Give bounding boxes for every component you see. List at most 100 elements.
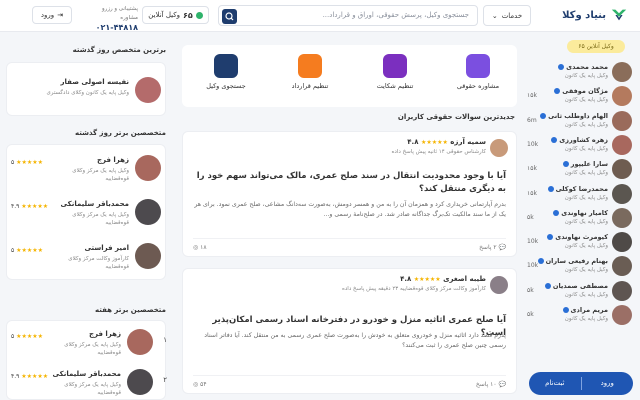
- lawyer-count: 6m: [527, 116, 537, 124]
- avatar: [135, 243, 161, 269]
- sidebar-lawyer-item[interactable]: زهره کشاورزی وکیل پایه یک کانون 10k: [527, 133, 634, 157]
- sidebar-lawyer-item[interactable]: مصطفی صمدیان وکیل پایه یک کانون ۵k: [527, 279, 634, 303]
- sidebar-lawyer-item[interactable]: سارا علیپور وکیل پایه یک کانون ۱۵k: [527, 157, 634, 181]
- lawyer-name: مریم مرادی: [562, 306, 608, 314]
- chevron-down-icon: ⌄: [491, 11, 498, 20]
- question-footer: ◎ ۱۸ 💬 ۲ پاسخ: [193, 238, 506, 256]
- lawyer-count: 10k: [527, 140, 539, 148]
- sidebar-lawyer-item[interactable]: الهام داوطلب ثانی وکیل پایه یک کانون 6m: [527, 109, 634, 133]
- sidebar-lawyer-item[interactable]: محمدرضا کوکلی وکیل پایه یک کانون ۱۵k: [527, 182, 634, 206]
- action-label: جستجوی وکیل: [206, 82, 246, 90]
- sidebar-lawyer-item[interactable]: کامیار نهاوندی وکیل پایه یک کانون ۵k: [527, 206, 634, 230]
- top-experts-sidebar: برترین متخصص روز گذشته نفیسه اصولی صفار …: [0, 40, 170, 400]
- online-lawyers-badge[interactable]: ۶۵ وکیل آنلاین: [142, 6, 209, 24]
- avatar: [612, 305, 632, 325]
- sidebar-lawyer-item[interactable]: کیومرث نهاوندی وکیل پایه یک کانون 10k: [527, 230, 634, 254]
- lawyer-name: محمدرضا کوکلی: [547, 185, 608, 193]
- login-button[interactable]: ورود ⇥: [32, 6, 72, 24]
- rating: ۴.۹ ★★★★★: [11, 203, 49, 210]
- rating: ۵ ★★★★★: [11, 159, 44, 166]
- question-body: بدرم آپارتمانی خریداری کرد و همزمان آن ر…: [194, 201, 506, 218]
- top-week-title: متخصصین برتر روز گذشته: [75, 129, 166, 137]
- services-label: خدمات: [501, 11, 523, 20]
- action-complaint[interactable]: تنظیم شکایت: [360, 54, 430, 90]
- expert-info: وکیل پایه یک مرکز وکلای قوه‌قضاییه: [64, 382, 121, 396]
- avatar: [612, 207, 632, 228]
- avatar: [490, 276, 508, 294]
- avatar: [612, 86, 632, 107]
- answers-count: 💬 ۲ پاسخ: [479, 244, 506, 251]
- list-item[interactable]: امیر فراستی کارآموز وکالت مرکز وکلای قوه…: [7, 235, 167, 275]
- verified-icon: [562, 161, 569, 168]
- avatar: [612, 62, 632, 82]
- lawyer-name: بهنام رفیعی ساران: [537, 257, 608, 265]
- main-content: مشاوره حقوقی تنظیم شکایت تنظیم قرارداد ج…: [182, 40, 517, 400]
- online-lawyers-sidebar: ۶۵ وکیل آنلاین محمد محمدی وکیل پایه یک کا…: [527, 38, 634, 400]
- lawyer-count: ۵k: [527, 311, 534, 318]
- action-contract[interactable]: تنظیم قرارداد: [275, 54, 345, 90]
- avatar: [127, 369, 153, 395]
- verified-icon: [558, 64, 565, 70]
- expert-name: امیر فراستی: [84, 244, 129, 252]
- list-item[interactable]: نفیسه اصولی صفار وکیل پایه یک کانون وکلا…: [7, 69, 167, 109]
- site-logo[interactable]: بنیاد وکلا: [562, 7, 628, 23]
- top-header: بنیاد وکلا ⌄ خدمات جستجوی وکیل، پرسش حقو…: [0, 0, 640, 32]
- search-icon: [225, 12, 234, 21]
- action-find-lawyer[interactable]: جستجوی وکیل: [191, 54, 261, 90]
- online-count: ۶۵: [182, 10, 193, 20]
- expert-info: وکیل پایه یک مرکز وکلای قوه‌قضاییه: [64, 342, 121, 356]
- cta-login-button[interactable]: ورود: [582, 372, 634, 395]
- lawyer-info: وکیل پایه یک کانون: [564, 97, 608, 104]
- avatar: [612, 280, 632, 301]
- expert-info: کارآموز وکالت مرکز وکلای قوه‌قضاییه: [68, 256, 129, 270]
- views-count: ◎ ۵۴: [193, 381, 207, 388]
- sidebar-lawyer-item[interactable]: بهنام رفیعی ساران وکیل پایه یک کانون 10k: [527, 254, 634, 278]
- avatar: [135, 199, 161, 225]
- lawyer-info: وکیل پایه یک کانون: [564, 194, 608, 201]
- top-day-title: برترین متخصص روز گذشته: [72, 46, 166, 54]
- question-title[interactable]: آیا با وجود محدودیت انتقال در سند صلح عم…: [193, 170, 506, 196]
- lawyer-name: سارا علیپور: [562, 160, 608, 168]
- list-item[interactable]: ۲ محمدباقر سلیمانکی وکیل پایه یک مرکز وک…: [7, 361, 167, 400]
- list-item[interactable]: محمدباقر سلیمانکی وکیل پایه یک مرکز وکلا…: [7, 191, 167, 231]
- verified-icon: [553, 209, 560, 216]
- support-contact[interactable]: پشتیبانی و رزرو مشاوره ۰۲۱-۴۴۸۱۸: [86, 5, 138, 32]
- contract-icon: [298, 54, 322, 78]
- verified-icon: [554, 88, 561, 95]
- lawyer-name: مژگان موفقی: [554, 87, 608, 95]
- list-item[interactable]: ۱ زهرا فرج وکیل پایه یک مرکز وکلای قوه‌ق…: [7, 321, 167, 361]
- expert-name: محمدباقر سلیمانکی: [60, 200, 129, 208]
- lawyer-count: ۵k: [527, 286, 534, 294]
- online-label: وکیل آنلاین: [148, 11, 180, 19]
- sidebar-lawyer-item[interactable]: مریم مرادی وکیل پایه یک کانون ۵k: [527, 303, 634, 327]
- responder-info: کارشناس حقوقی ۱۴ ثانیه پیش پاسخ داده: [391, 149, 486, 155]
- online-dot-icon: [195, 11, 203, 19]
- search-input[interactable]: جستجوی وکیل، پرسش حقوقی، اوراق و قرارداد…: [218, 5, 478, 26]
- avatar: [490, 139, 508, 157]
- question-card[interactable]: سمیه آرزه ★★★★★ ۴.۸ کارشناس حقوقی ۱۴ ثان…: [182, 131, 517, 257]
- top-day-card[interactable]: نفیسه اصولی صفار وکیل پایه یک کانون وکلا…: [6, 62, 166, 116]
- expert-info: وکیل پایه یک کانون وکلای دادگستری: [46, 90, 130, 96]
- services-dropdown[interactable]: ⌄ خدمات: [483, 5, 531, 26]
- question-card[interactable]: طیبه اصغری ★★★★★ ۴.۸ کارآموز وکالت مرکز …: [182, 268, 517, 394]
- document-edit-icon: [383, 54, 407, 78]
- lawyer-count: 10k: [527, 238, 539, 246]
- responder-info: کارآموز وکالت مرکز وکلای قوه‌قضاییه ۲۳ د…: [341, 286, 486, 292]
- lawyer-count: ۱۵k: [527, 92, 537, 100]
- action-label: تنظیم قرارداد: [291, 82, 329, 90]
- lawyer-count: 10k: [527, 262, 539, 270]
- register-button[interactable]: ثبت‌نام: [529, 372, 581, 395]
- logo-text: بنیاد وکلا: [562, 9, 606, 21]
- sidebar-lawyer-item[interactable]: محمد محمدی وکیل پایه یک کانون: [527, 60, 634, 84]
- action-legal-advice[interactable]: مشاوره حقوقی: [443, 54, 513, 90]
- search-button[interactable]: [222, 9, 237, 24]
- list-item[interactable]: زهرا فرج وکیل پایه یک مرکز وکلای قوه‌قضا…: [7, 147, 167, 187]
- expert-name: نفیسه اصولی صفار: [60, 78, 130, 86]
- sidebar-lawyer-item[interactable]: مژگان موفقی وکیل پایه یک کانون ۱۵k: [527, 84, 634, 108]
- top-week-list: زهرا فرج وکیل پایه یک مرکز وکلای قوه‌قضا…: [6, 144, 166, 280]
- questions-title: جدیدترین سوالات حقوقی کاربران: [397, 113, 515, 121]
- top-month-list: ۱ زهرا فرج وکیل پایه یک مرکز وکلای قوه‌ق…: [6, 320, 167, 400]
- avatar: [135, 77, 161, 103]
- top-month-title: متخصصین برتر هفته: [94, 306, 166, 314]
- verified-icon: [547, 234, 554, 241]
